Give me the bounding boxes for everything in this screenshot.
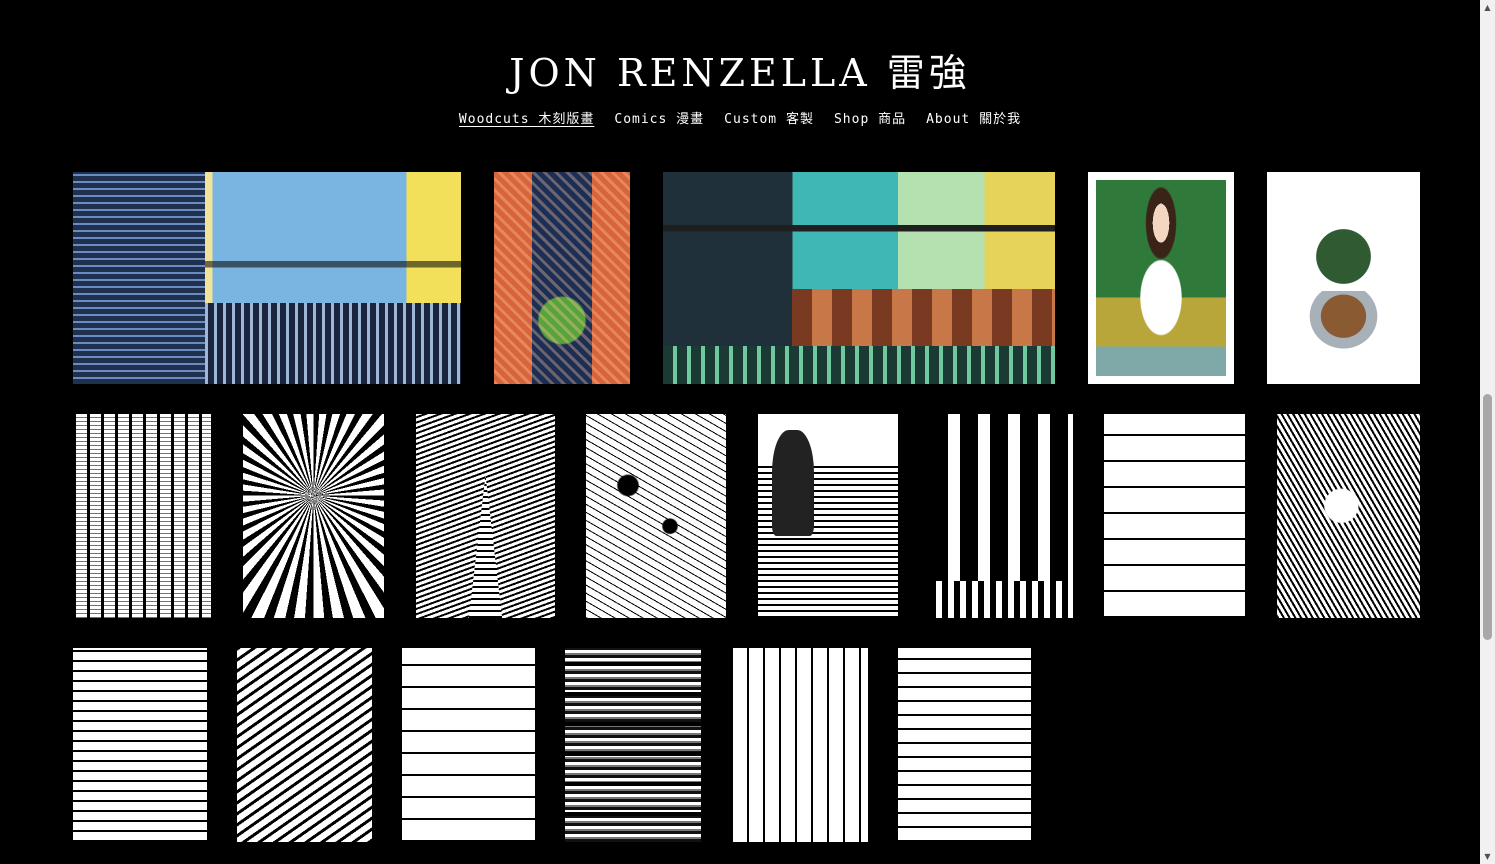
artwork-thumbnail-tree[interactable]: [494, 172, 630, 384]
artwork-thumbnail-market[interactable]: [586, 414, 726, 618]
artwork-gallery: [0, 0, 1480, 864]
artwork-thumbnail-plaza[interactable]: [731, 648, 868, 842]
artwork-thumbnail-apartments[interactable]: [73, 648, 207, 842]
artwork-thumbnail-crosswalk[interactable]: [930, 414, 1073, 618]
artwork-thumbnail-hillside[interactable]: [898, 648, 1031, 842]
artwork-thumbnail-noodle-bar[interactable]: [663, 172, 1055, 384]
artwork-thumbnail-facade[interactable]: [402, 648, 535, 842]
artwork-thumbnail-snowy-rooftops[interactable]: [237, 648, 372, 842]
scroll-down-arrow-icon[interactable]: ▼: [1480, 849, 1495, 864]
vertical-scrollbar[interactable]: ▲ ▼: [1480, 0, 1495, 864]
artwork-thumbnail-cactus[interactable]: [1267, 172, 1420, 384]
artwork-thumbnail-street-stall[interactable]: [1277, 414, 1420, 618]
artwork-thumbnail-spire[interactable]: [416, 414, 555, 618]
artwork-thumbnail-dome[interactable]: [243, 414, 384, 618]
artwork-thumbnail-night-diner[interactable]: [73, 172, 461, 384]
artwork-thumbnail-brick-wall[interactable]: [565, 648, 701, 842]
scroll-up-arrow-icon[interactable]: ▲: [1480, 0, 1495, 15]
scrollbar-thumb[interactable]: [1483, 394, 1492, 640]
artwork-thumbnail-statue[interactable]: [758, 414, 898, 618]
artwork-thumbnail-kitchen[interactable]: [1104, 414, 1245, 618]
artwork-thumbnail-jungle-portrait[interactable]: [1088, 172, 1234, 384]
artwork-thumbnail-pine-forest[interactable]: [73, 414, 211, 618]
